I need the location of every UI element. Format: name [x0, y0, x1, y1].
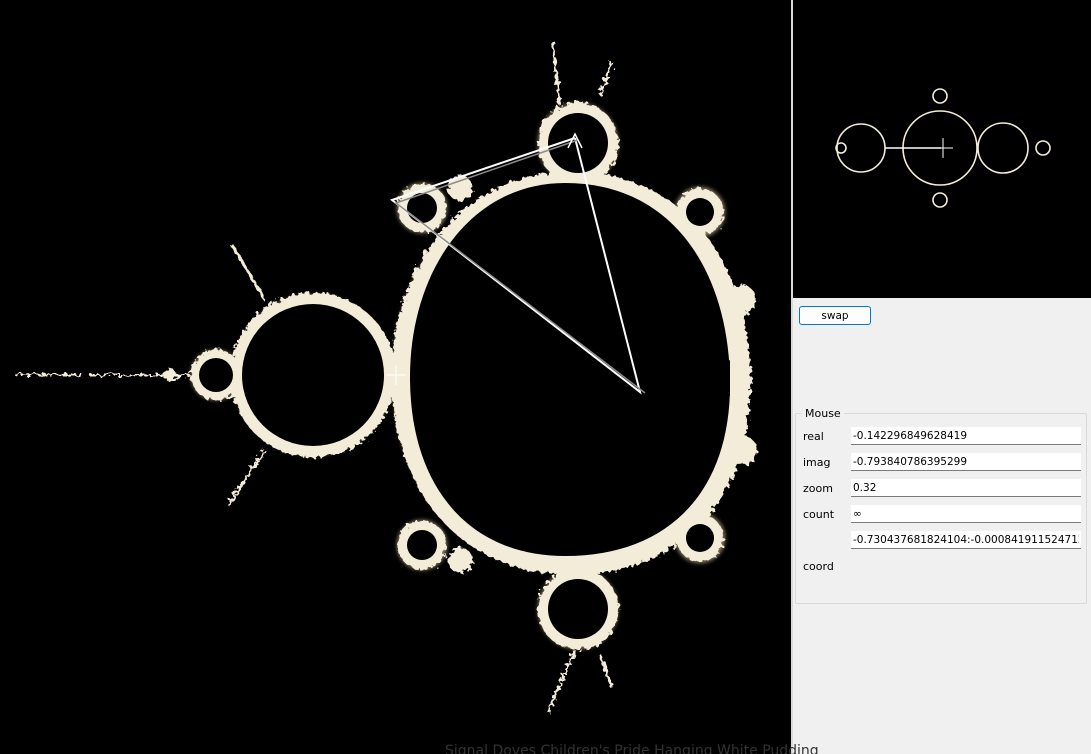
- control-panel: swap Mouse real imag zoom count coord: [793, 298, 1091, 754]
- preview-crosshair: [933, 138, 953, 158]
- caption-text: Signal Doves Children's Pride Hanging Wh…: [445, 744, 819, 754]
- swap-button[interactable]: swap: [799, 306, 871, 325]
- mandelbrot-canvas[interactable]: [0, 0, 791, 754]
- imag-field[interactable]: [851, 453, 1081, 471]
- real-field[interactable]: [851, 427, 1081, 445]
- count-field[interactable]: [851, 505, 1081, 523]
- coord-field[interactable]: [851, 531, 1081, 549]
- real-label: real: [803, 430, 824, 443]
- count-label: count: [803, 508, 835, 521]
- mandelbrot-main-view[interactable]: [0, 0, 791, 754]
- coord-label: coord: [803, 560, 834, 573]
- zoom-field[interactable]: [851, 479, 1081, 497]
- mandelbrot-set: [15, 39, 757, 713]
- mandelbrot-preview[interactable]: [793, 0, 1091, 298]
- imag-label: imag: [803, 456, 831, 469]
- preview-canvas[interactable]: [793, 0, 1091, 298]
- mouse-group: Mouse real imag zoom count coord: [795, 407, 1087, 604]
- zoom-label: zoom: [803, 482, 833, 495]
- mouse-group-label: Mouse: [802, 407, 844, 420]
